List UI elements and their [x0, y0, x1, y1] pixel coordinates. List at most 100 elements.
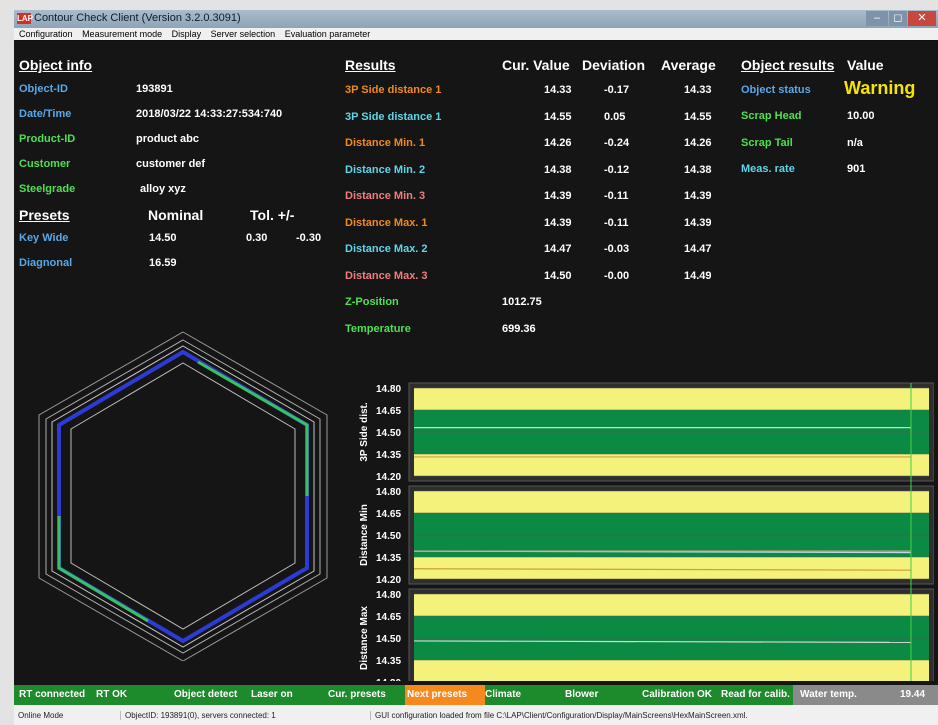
- result-deviation: -0.03: [604, 243, 630, 255]
- chart-ytick-label: 14.80: [376, 384, 401, 395]
- close-button[interactable]: ✕: [908, 11, 936, 26]
- main-panel: Object info Object-ID 193891 Date/Time 2…: [14, 41, 938, 695]
- result-label: Distance Min. 2: [345, 163, 426, 176]
- result-average: 14.49: [684, 269, 712, 282]
- result-cur-value: 14.38: [544, 163, 572, 176]
- chart-ytick-label: 14.50: [376, 428, 401, 439]
- result-cur-value: 14.39: [544, 216, 572, 229]
- result-average: 14.33: [684, 84, 712, 96]
- tolerance-column-header: Tol. +/-: [250, 207, 295, 223]
- contour-measured-green-bottom: [57, 516, 149, 623]
- chart-ytick-label: 14.35: [376, 553, 401, 564]
- chart-ylabel: Distance Max: [359, 606, 370, 670]
- key-wide-nominal: 14.50: [149, 232, 177, 244]
- menu-configuration[interactable]: Configuration: [19, 29, 73, 39]
- window-title: Contour Check Client (Version 3.2.0.3091…: [34, 12, 241, 24]
- scrap-tail-label: Scrap Tail: [741, 137, 793, 149]
- scrap-head-label: Scrap Head: [741, 110, 802, 122]
- contour-outline-3: [51, 345, 315, 648]
- result-cur-value: 14.26: [544, 137, 572, 149]
- customer-label: Customer: [19, 158, 71, 170]
- result-deviation: -0.00: [604, 269, 630, 282]
- maximize-button[interactable]: ◻: [889, 11, 907, 26]
- object-results-header: Object results: [741, 57, 835, 73]
- menu-server-selection[interactable]: Server selection: [211, 29, 276, 39]
- menu-measurement-mode[interactable]: Measurement mode: [82, 29, 162, 39]
- result-cur-value: 699.36: [502, 322, 536, 335]
- result-cur-value: 14.47: [544, 243, 572, 255]
- cur-value-column-header: Cur. Value: [502, 57, 570, 73]
- chart-ytick-label: 14.65: [376, 509, 401, 520]
- title-bar[interactable]: LAP Contour Check Client (Version 3.2.0.…: [14, 10, 938, 28]
- info-object: ObjectID: 193891(0), servers connected: …: [120, 711, 276, 720]
- contour-measured-blue: [57, 349, 309, 644]
- date-time-label: Date/Time: [19, 108, 72, 120]
- status-rt-connected: RT connected: [19, 689, 86, 700]
- chart-ytick-label: 14.80: [376, 487, 401, 498]
- value-column-header: Value: [847, 57, 884, 73]
- result-label: Distance Max. 3: [345, 269, 428, 282]
- status-climate: Climate: [485, 689, 522, 700]
- result-average: 14.38: [684, 163, 712, 176]
- menu-display[interactable]: Display: [172, 29, 202, 39]
- customer-value: customer def: [136, 158, 206, 170]
- result-label: 3P Side distance 1: [345, 110, 442, 123]
- results-header: Results: [345, 57, 396, 73]
- water-temp-label: Water temp.: [800, 689, 857, 700]
- steelgrade-label: Steelgrade: [19, 183, 76, 195]
- status-next-presets: Next presets: [407, 689, 468, 700]
- contour-outline-outer: [38, 331, 328, 661]
- chart-ylabel: Distance Min: [359, 504, 370, 566]
- nominal-column-header: Nominal: [148, 207, 204, 223]
- minimize-button[interactable]: –: [866, 11, 888, 26]
- result-cur-value: 1012.75: [502, 296, 542, 308]
- info-mode: Online Mode: [18, 711, 64, 720]
- status-read-for-calib: Read for calib.: [721, 689, 790, 700]
- chart-ytick-label: 14.20: [376, 678, 401, 681]
- chart-ytick-label: 14.20: [376, 472, 401, 483]
- info-bar: Online Mode ObjectID: 193891(0), servers…: [14, 705, 938, 725]
- chart-ytick-label: 14.65: [376, 612, 401, 623]
- status-bar: RT connected RT OK Object detect Laser o…: [14, 685, 938, 705]
- result-average: 14.39: [684, 216, 712, 229]
- meas-rate-label: Meas. rate: [741, 163, 795, 175]
- menu-evaluation-parameter[interactable]: Evaluation parameter: [285, 29, 371, 39]
- result-label: Temperature: [345, 322, 411, 335]
- result-deviation: -0.11: [604, 190, 629, 202]
- result-cur-value: 14.50: [544, 269, 572, 282]
- object-status-label: Object status: [741, 84, 811, 96]
- contour-hexagon-view: [38, 331, 328, 661]
- key-wide-label: Key Wide: [19, 232, 69, 244]
- chart-ytick-label: 14.65: [376, 406, 401, 417]
- menu-bar: Configuration Measurement mode Display S…: [14, 28, 938, 40]
- status-calibration-ok: Calibration OK: [642, 689, 713, 700]
- info-message: GUI configuration loaded from file C:\LA…: [370, 711, 748, 720]
- result-deviation: 0.05: [604, 110, 626, 123]
- result-average: 14.26: [684, 137, 712, 149]
- result-label: Distance Max. 1: [345, 216, 428, 229]
- result-deviation: -0.17: [604, 84, 630, 96]
- date-time-value: 2018/03/22 14:33:27:534:740: [136, 108, 283, 120]
- app-logo-icon: LAP: [17, 13, 33, 24]
- chart-ylabel: 3P Side dist.: [359, 402, 370, 462]
- diagonal-nominal: 16.59: [149, 257, 177, 269]
- contour-measured-green-top: [197, 360, 309, 496]
- status-object-detect: Object detect: [174, 689, 238, 700]
- key-wide-tol-minus: -0.30: [296, 232, 322, 244]
- status-cur-presets: Cur. presets: [328, 689, 386, 700]
- contour-outline-inner: [70, 362, 296, 630]
- trend-charts: m 14.8014.6514.5014.3514.203P Side dist.…: [359, 382, 934, 681]
- steelgrade-value: alloy xyz: [140, 183, 186, 195]
- result-label: Distance Min. 1: [345, 137, 426, 149]
- result-cur-value: 14.55: [544, 110, 572, 123]
- status-blower: Blower: [565, 689, 599, 700]
- object-id-value: 193891: [136, 83, 173, 95]
- object-id-label: Object-ID: [19, 83, 68, 95]
- chart-ytick-label: 14.50: [376, 634, 401, 645]
- result-average: 14.39: [684, 190, 712, 202]
- chart-ytick-label: 14.35: [376, 656, 401, 667]
- result-label: 3P Side distance 1: [345, 84, 442, 96]
- result-deviation: -0.24: [604, 137, 630, 149]
- water-temp-value: 19.44: [900, 689, 926, 700]
- result-cur-value: 14.33: [544, 84, 572, 96]
